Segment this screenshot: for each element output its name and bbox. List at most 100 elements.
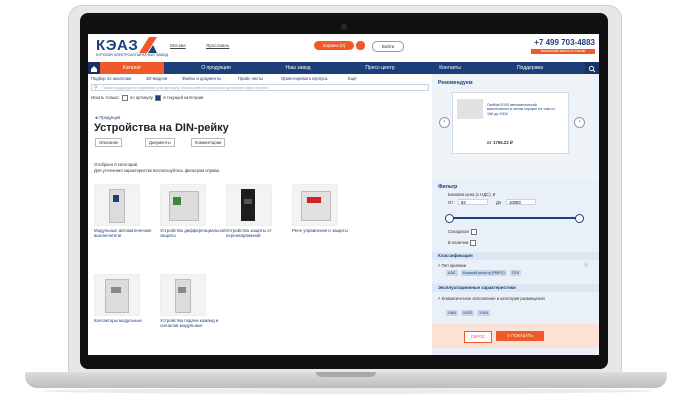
category-card[interactable]: Устройства подачи команд и сигналов моду… [160,274,226,328]
price-slider[interactable] [448,217,578,219]
climate-label: Климатическое исполнение и категория раз… [441,296,545,301]
climate-tag[interactable]: ОМ4 [446,310,458,316]
available-label: В наличии [448,240,469,246]
nav-item-contacts[interactable]: Контакты [418,62,482,74]
page-title: Устройства на DIN-рейку [94,122,229,134]
browser-screen: КЭАЗ КУРСКИЙ ЭЛЕКТРОАППАРАТНЫЙ ЗАВОД Мос… [88,34,599,355]
classification-section[interactable]: Классификация [432,252,599,260]
city-selector[interactable]: Москва [170,43,186,48]
category-label: Модульные автоматические выключатели [94,228,152,238]
carousel-prev-icon[interactable]: ‹ [439,117,450,128]
category-image [94,184,140,226]
find-only-article: по артикулу [129,95,153,101]
nav-item-factory[interactable]: Наш завод [266,62,330,74]
find-only-row: Искать только: по артикулу в текущей кат… [91,95,203,101]
climate-tag[interactable]: УХЛ4 [477,310,491,316]
price-slider-max-handle[interactable] [575,214,584,223]
checkbox-by-article[interactable] [121,95,128,101]
stock-label: Складская [448,229,469,235]
nav-item-catalog[interactable]: Каталог [100,62,164,74]
type-tag[interactable]: АЭС [446,270,458,276]
chevron-up-icon[interactable]: ˄ [438,296,440,301]
available-row: В наличии [448,240,477,246]
category-card[interactable]: Реле управления и защиты [292,184,358,233]
type-tags: АЭС Морской регистр (РМРС) ОТК [446,270,523,276]
type-tag[interactable]: ОТК [509,270,521,276]
callback-button[interactable]: Бесплатный звонок по России [531,49,595,54]
price-to-label: До [496,200,502,205]
reset-button[interactable]: СБРОС [464,331,492,343]
subnav-files[interactable]: Файлы и документы [182,76,221,81]
price-slider-min-handle[interactable] [445,214,454,223]
nav-item-press[interactable]: Пресс-центр [348,62,412,74]
subnav-more[interactable]: Ещё [348,76,357,81]
subnav-analogs[interactable]: Подбор по аналогам [91,76,131,81]
nav-item-support[interactable]: Поддержка [498,62,562,74]
available-checkbox[interactable] [470,240,477,246]
climate-tag[interactable]: УХЛ2 [460,310,475,316]
breadcrumb[interactable]: ◄ Продукция [94,115,120,120]
operating-section[interactable]: Эксплуатационные характеристики [432,284,599,292]
subnav-prices[interactable]: Прайс-листы [238,76,263,81]
logo-subtitle: КУРСКИЙ ЭЛЕКТРОАППАРАТНЫЙ ЗАВОД [96,53,168,57]
info-line-2: Для уточнения характеристик воспользуйте… [94,168,221,173]
home-icon[interactable] [88,62,100,74]
stock-checkbox[interactable] [470,229,477,235]
category-label: Реле управления и защиты [292,228,348,233]
price-from-input[interactable]: 83 [458,199,488,205]
tab-comments[interactable]: Комментарии [191,138,226,147]
city-link[interactable]: Ярославль [206,43,229,48]
category-label: Устройства подачи команд и сигналов моду… [160,318,219,328]
logo-mark-icon [139,37,157,53]
cart-dropdown-button[interactable] [356,41,365,50]
site-logo[interactable]: КЭАЗ [96,37,138,54]
subnav-3d[interactable]: 3D-модели [146,76,167,81]
category-card[interactable]: Устройства защиты от перенапряжений [226,184,292,238]
find-only-category: в текущей категории [163,95,204,101]
info-text: Отобрано 6 категорий. Для уточнения хара… [94,162,220,174]
tab-description[interactable]: Описание [95,138,123,147]
category-card[interactable]: Модульные автоматические выключатели [94,184,160,238]
tab-documents[interactable]: Документы [145,138,175,147]
category-label: Устройства защиты от перенапряжений [226,228,272,238]
site-header: КЭАЗ КУРСКИЙ ЭЛЕКТРОАППАРАТНЫЙ ЗАВОД Мос… [88,34,599,62]
laptop-shadow [40,388,652,394]
climate-tags: ОМ4 УХЛ2 УХЛ4 [446,310,492,316]
checkbox-current-category[interactable] [155,95,162,101]
price-to-input[interactable]: 10093 [506,199,536,205]
category-card[interactable]: Устройства дифференциальной защиты [160,184,226,238]
type-tag[interactable]: Морской регистр (РМРС) [460,270,507,276]
login-button[interactable]: Войти [372,41,404,52]
price-from-label: От [448,200,454,205]
category-card[interactable]: Контакторы модульные [94,274,160,323]
cart-button[interactable]: Корзина (0) [314,41,354,50]
chevron-up-icon[interactable]: ˄ [438,263,440,268]
recommended-product[interactable]: OptiMat E100 автоматический выключатель … [487,103,557,116]
recommended-image [457,99,483,119]
type-label: Тип приемки [441,263,467,268]
carousel-next-icon[interactable]: › [574,117,585,128]
camera-icon [341,24,347,30]
recommended-card[interactable]: OptiMat E100 автоматический выключатель … [452,92,569,154]
recommended-title: Рекомендуем [438,80,473,86]
price-label: Базовая цена (с НДС), ₽ [448,192,496,197]
breadcrumb-label: Продукция [99,115,121,120]
category-image [94,274,140,316]
phone-number[interactable]: +7 499 703-4883 [534,38,595,47]
show-button-label: ПОКАЗАТЬ [511,333,533,338]
stock-row: Складская [448,229,478,235]
category-image [292,184,338,226]
search-icon[interactable] [585,62,599,74]
category-image [226,184,272,226]
nav-item-products[interactable]: О продукции [184,62,248,74]
search-input[interactable]: Поиск продукции по названию или артикулу… [91,84,429,91]
recommended-price: от 1765.22 ₽ [487,140,513,145]
climate-row: ˄ Климатическое исполнение и категория р… [438,296,578,301]
info-icon[interactable]: ⓘ [584,262,588,268]
category-label: Устройства дифференциальной защиты [160,228,226,238]
category-image [160,184,206,226]
show-button[interactable]: ⚲ ПОКАЗАТЬ [496,331,544,341]
subnav-orient[interactable]: Ориентировать корпуса [281,76,327,81]
search-input-icon: ⚲ [94,85,98,91]
laptop-notch [316,372,376,377]
